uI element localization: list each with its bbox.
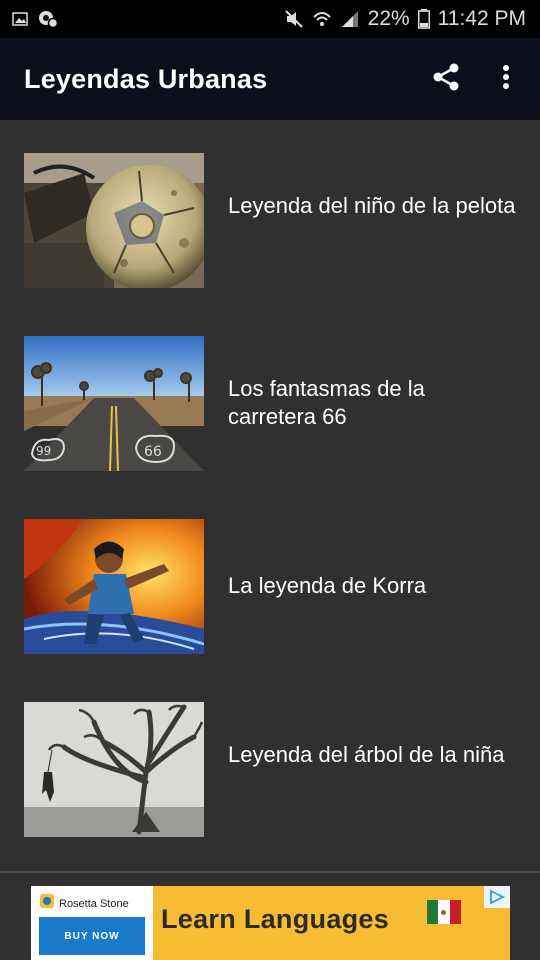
rosetta-stone-logo-icon: [39, 893, 55, 914]
soccer-ball-image: [24, 153, 204, 288]
adchoices-icon[interactable]: [484, 886, 510, 908]
svg-text:66: 66: [144, 444, 162, 460]
ad-headline: Learn Languages: [161, 904, 390, 934]
image-notification-icon: [12, 12, 28, 26]
battery-percent: 22%: [367, 7, 410, 30]
ad-divider: [0, 871, 540, 873]
share-button[interactable]: [416, 49, 476, 109]
list-item-label: La leyenda de Korra: [228, 573, 427, 598]
signal-icon: [340, 9, 360, 29]
list-item[interactable]: Leyenda del niño de la pelota: [0, 120, 540, 303]
list-item[interactable]: 99 66 Los fantasmas de la carretera 66: [0, 303, 540, 486]
buy-now-button[interactable]: BUY NOW: [39, 917, 145, 955]
status-bar: 22% 11:42 PM: [0, 0, 540, 38]
clock: 11:42 PM: [437, 7, 526, 30]
app-bar: Leyendas Urbanas: [0, 38, 540, 120]
list-item-label: Leyenda del niño de la pelota: [228, 193, 516, 218]
ad-brand-panel: Rosetta Stone BUY NOW: [31, 886, 153, 960]
wifi-icon: [312, 9, 332, 29]
list-item[interactable]: Leyenda del árbol de la niña: [0, 669, 540, 852]
share-icon: [431, 62, 461, 97]
overflow-menu-button[interactable]: [476, 49, 536, 109]
list-item-label: Leyenda del árbol de la niña: [228, 742, 505, 767]
tree-image: [24, 702, 204, 837]
more-vert-icon: [502, 64, 510, 95]
list-item-label: Los fantasmas de la carretera 66: [228, 376, 425, 429]
mute-icon: [284, 9, 304, 29]
route-66-image: 99 66: [24, 336, 204, 471]
mexico-flag-icon: [427, 900, 461, 924]
settings-notification-icon: [38, 10, 58, 28]
korra-image: [24, 519, 204, 654]
list-item[interactable]: La leyenda de Korra: [0, 486, 540, 669]
battery-icon: [417, 9, 430, 29]
svg-text:99: 99: [36, 444, 51, 458]
ad-brand-name: Rosetta Stone: [59, 897, 129, 910]
page-title: Leyendas Urbanas: [24, 63, 268, 94]
ad-brand: Rosetta Stone: [39, 893, 129, 914]
ad-banner[interactable]: Rosetta Stone BUY NOW Learn Languages: [31, 886, 510, 960]
ad-content: Learn Languages: [153, 886, 510, 960]
